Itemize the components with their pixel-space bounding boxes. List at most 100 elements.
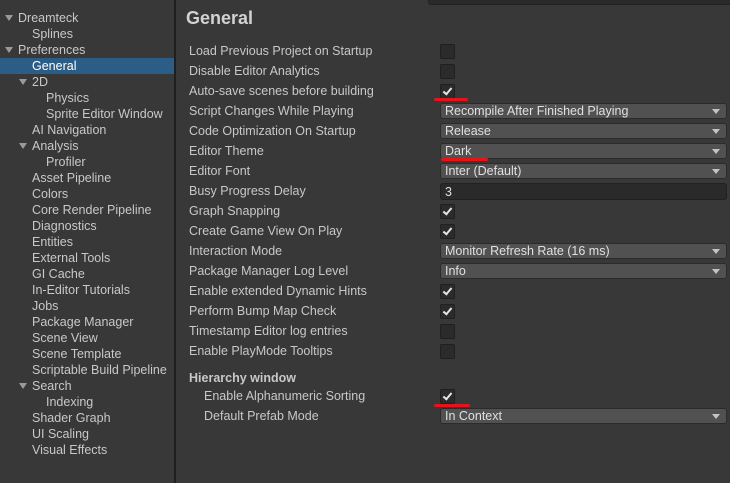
setting-label: Default Prefab Mode [204, 409, 319, 423]
busy-progress-delay-field[interactable]: 3 [440, 183, 727, 200]
preferences-sidebar: Dreamteck Splines Preferences General 2D… [0, 0, 174, 483]
graph-snapping-checkbox[interactable] [440, 204, 455, 219]
sidebar-item-ui-scaling[interactable]: UI Scaling [0, 426, 174, 442]
create-game-view-checkbox[interactable] [440, 224, 455, 239]
sidebar-item-profiler[interactable]: Profiler [0, 154, 174, 170]
sidebar-item-external-tools[interactable]: External Tools [0, 250, 174, 266]
setting-label: Script Changes While Playing [189, 104, 354, 118]
sidebar-item-jobs[interactable]: Jobs [0, 298, 174, 314]
sidebar-item-label: In-Editor Tutorials [32, 283, 130, 297]
interaction-mode-dropdown[interactable]: Monitor Refresh Rate (16 ms) [440, 243, 727, 259]
sidebar-item-label: AI Navigation [32, 123, 107, 137]
alphanumeric-sorting-checkbox[interactable] [440, 389, 455, 404]
sidebar-item-label: 2D [32, 75, 48, 89]
expand-arrow-icon[interactable] [5, 15, 13, 21]
dropdown-value: Recompile After Finished Playing [445, 104, 629, 118]
disable-editor-analytics-checkbox[interactable] [440, 64, 455, 79]
chevron-down-icon [712, 129, 720, 134]
page-title: General [186, 8, 254, 28]
sidebar-item-label: External Tools [32, 251, 111, 265]
sidebar-item-package-manager[interactable]: Package Manager [0, 314, 174, 330]
sidebar-item-preferences[interactable]: Preferences [0, 42, 174, 58]
sidebar-item-label: Scriptable Build Pipeline [32, 363, 167, 377]
sidebar-item-scene-template[interactable]: Scene Template [0, 346, 174, 362]
playmode-tooltips-checkbox[interactable] [440, 344, 455, 359]
sidebar-item-label: Scene Template [32, 347, 122, 361]
sidebar-item-label: Indexing [46, 395, 94, 409]
sidebar-item-analysis[interactable]: Analysis [0, 138, 174, 154]
sidebar-item-indexing[interactable]: Indexing [0, 394, 174, 410]
bump-map-check-checkbox[interactable] [440, 304, 455, 319]
chevron-down-icon [712, 169, 720, 174]
sidebar-item-label: Visual Effects [32, 443, 108, 457]
sidebar-item-label: Profiler [46, 155, 86, 169]
expand-arrow-icon[interactable] [19, 79, 27, 85]
sidebar-item-gi-cache[interactable]: GI Cache [0, 266, 174, 282]
load-previous-project-checkbox[interactable] [440, 44, 455, 59]
sidebar-item-label: Core Render Pipeline [32, 203, 152, 217]
package-manager-log-level-dropdown[interactable]: Info [440, 263, 727, 279]
editor-font-dropdown[interactable]: Inter (Default) [440, 163, 727, 179]
sidebar-item-dreamteck[interactable]: Dreamteck [0, 10, 174, 26]
auto-save-scenes-checkbox[interactable] [440, 84, 455, 99]
chevron-down-icon [712, 109, 720, 114]
sidebar-item-label: Asset Pipeline [32, 171, 112, 185]
dropdown-value: In Context [445, 409, 502, 423]
sidebar-item-label: Shader Graph [32, 411, 111, 425]
sidebar-item-2d[interactable]: 2D [0, 74, 174, 90]
setting-label: Enable Alphanumeric Sorting [204, 389, 366, 403]
editor-theme-dropdown[interactable]: Dark [440, 143, 727, 159]
search-field[interactable] [428, 0, 730, 5]
setting-label: Editor Font [189, 164, 251, 178]
sidebar-item-search[interactable]: Search [0, 378, 174, 394]
setting-label: Auto-save scenes before building [189, 84, 374, 98]
default-prefab-mode-dropdown[interactable]: In Context [440, 408, 727, 424]
sidebar-item-in-editor-tutorials[interactable]: In-Editor Tutorials [0, 282, 174, 298]
sidebar-item-label: Physics [46, 91, 90, 105]
setting-label: Interaction Mode [189, 244, 283, 258]
sidebar-item-label: Sprite Editor Window [46, 107, 163, 121]
sidebar-item-colors[interactable]: Colors [0, 186, 174, 202]
sidebar-item-scriptable-build-pipeline[interactable]: Scriptable Build Pipeline [0, 362, 174, 378]
sidebar-item-label: UI Scaling [32, 427, 89, 441]
setting-label: Graph Snapping [189, 204, 281, 218]
extended-dynamic-hints-checkbox[interactable] [440, 284, 455, 299]
expand-arrow-icon[interactable] [5, 47, 13, 53]
setting-label: Editor Theme [189, 144, 264, 158]
sidebar-item-physics[interactable]: Physics [0, 90, 174, 106]
annotation-underline [434, 404, 470, 407]
sidebar-item-sprite-editor-window[interactable]: Sprite Editor Window [0, 106, 174, 122]
settings-panel: General Load Previous Project on Startup… [176, 0, 730, 483]
sidebar-item-label: Jobs [32, 299, 59, 313]
dropdown-value: Inter (Default) [445, 164, 522, 178]
sidebar-item-general[interactable]: General [0, 58, 174, 74]
sidebar-item-asset-pipeline[interactable]: Asset Pipeline [0, 170, 174, 186]
setting-label: Code Optimization On Startup [189, 124, 356, 138]
sidebar-item-diagnostics[interactable]: Diagnostics [0, 218, 174, 234]
setting-label: Create Game View On Play [189, 224, 343, 238]
sidebar-item-label: GI Cache [32, 267, 85, 281]
sidebar-item-visual-effects[interactable]: Visual Effects [0, 442, 174, 458]
expand-arrow-icon[interactable] [19, 383, 27, 389]
dropdown-value: Monitor Refresh Rate (16 ms) [445, 244, 610, 258]
sidebar-item-scene-view[interactable]: Scene View [0, 330, 174, 346]
dropdown-value: Info [445, 264, 466, 278]
timestamp-log-entries-checkbox[interactable] [440, 324, 455, 339]
field-value: 3 [445, 185, 452, 199]
code-optimization-dropdown[interactable]: Release [440, 123, 727, 139]
sidebar-item-shader-graph[interactable]: Shader Graph [0, 410, 174, 426]
sidebar-item-label: Entities [32, 235, 73, 249]
script-changes-dropdown[interactable]: Recompile After Finished Playing [440, 103, 727, 119]
expand-arrow-icon[interactable] [19, 143, 27, 149]
sidebar-item-entities[interactable]: Entities [0, 234, 174, 250]
sidebar-item-label: Dreamteck [18, 11, 79, 25]
annotation-underline [441, 158, 488, 161]
sidebar-item-ai-navigation[interactable]: AI Navigation [0, 122, 174, 138]
sidebar-item-label: Analysis [32, 139, 79, 153]
chevron-down-icon [712, 249, 720, 254]
setting-label: Enable extended Dynamic Hints [189, 284, 367, 298]
sidebar-item-splines[interactable]: Splines [0, 26, 174, 42]
setting-label: Package Manager Log Level [189, 264, 349, 278]
sidebar-item-core-render-pipeline[interactable]: Core Render Pipeline [0, 202, 174, 218]
sidebar-item-label: Colors [32, 187, 69, 201]
